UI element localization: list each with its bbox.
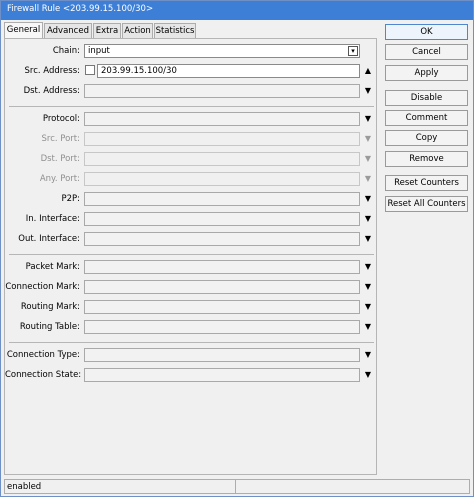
any-port-dropdown-icon: ▼ (364, 174, 372, 183)
connection-type-label: Connection Type: (6, 350, 80, 360)
tab-action[interactable]: Action (122, 23, 153, 38)
dst-port-label: Dst. Port: (40, 154, 80, 164)
apply-button[interactable]: Apply (385, 65, 468, 81)
comment-button[interactable]: Comment (385, 110, 468, 126)
packet-mark-dropdown-icon[interactable]: ▼ (363, 262, 373, 272)
in-interface-dropdown-icon[interactable]: ▼ (363, 214, 373, 224)
packet-mark-row: Packet Mark: ▼ (5, 260, 376, 275)
connection-state-dropdown-icon[interactable]: ▼ (363, 370, 373, 380)
packet-mark-field[interactable] (84, 260, 360, 274)
protocol-field[interactable] (84, 112, 360, 126)
src-address-value: 203.99.15.100/30 (101, 66, 177, 76)
connection-mark-field[interactable] (84, 280, 360, 294)
connection-mark-row: Connection Mark: ▼ (5, 280, 376, 295)
dst-address-label: Dst. Address: (23, 86, 80, 96)
any-port-row: Any. Port: ▼ (5, 172, 376, 187)
src-port-row: Src. Port: ▼ (5, 132, 376, 147)
window-title: Firewall Rule <203.99.15.100/30> (1, 1, 473, 20)
routing-mark-field[interactable] (84, 300, 360, 314)
routing-mark-row: Routing Mark: ▼ (5, 300, 376, 315)
chain-row: Chain: input ▾ (5, 44, 376, 59)
general-panel: Chain: input ▾ Src. Address: 203.99.15.1… (4, 38, 377, 475)
connection-state-row: Connection State: ▼ (5, 368, 376, 383)
dst-address-dropdown-icon[interactable]: ▼ (363, 86, 373, 96)
src-address-invert-checkbox[interactable] (85, 65, 95, 75)
status-divider (235, 480, 236, 493)
connection-mark-label: Connection Mark: (5, 282, 80, 292)
routing-mark-dropdown-icon[interactable]: ▼ (363, 302, 373, 312)
dst-address-field[interactable] (84, 84, 360, 98)
protocol-row: Protocol: ▼ (5, 112, 376, 127)
connection-type-row: Connection Type: ▼ (5, 348, 376, 363)
reset-all-counters-button[interactable]: Reset All Counters (385, 196, 468, 212)
src-port-label: Src. Port: (41, 134, 81, 144)
status-state: enabled (7, 482, 42, 492)
protocol-dropdown-icon[interactable]: ▼ (363, 114, 373, 124)
connection-state-label: Connection State: (5, 370, 82, 380)
disable-button[interactable]: Disable (385, 90, 468, 106)
connection-type-dropdown-icon[interactable]: ▼ (363, 350, 373, 360)
copy-button[interactable]: Copy (385, 130, 468, 146)
out-interface-row: Out. Interface: ▼ (5, 232, 376, 247)
tab-advanced[interactable]: Advanced (44, 23, 92, 38)
connection-mark-dropdown-icon[interactable]: ▼ (363, 282, 373, 292)
routing-table-row: Routing Table: ▼ (5, 320, 376, 335)
src-address-collapse-icon[interactable]: ▲ (363, 66, 373, 76)
tab-general[interactable]: General (4, 22, 43, 39)
routing-mark-label: Routing Mark: (20, 302, 80, 312)
routing-table-dropdown-icon[interactable]: ▼ (363, 322, 373, 332)
src-address-input[interactable]: 203.99.15.100/30 (97, 64, 360, 78)
in-interface-row: In. Interface: ▼ (5, 212, 376, 227)
dst-port-field (84, 152, 360, 166)
in-interface-label: In. Interface: (25, 214, 80, 224)
p2p-field[interactable] (84, 192, 360, 206)
ok-button[interactable]: OK (385, 24, 468, 40)
dst-address-row: Dst. Address: ▼ (5, 84, 376, 99)
connection-type-field[interactable] (84, 348, 360, 362)
dst-port-row: Dst. Port: ▼ (5, 152, 376, 167)
routing-table-label: Routing Table: (19, 322, 80, 332)
tab-extra[interactable]: Extra (93, 23, 121, 38)
chain-select[interactable]: input ▾ (84, 44, 360, 58)
src-address-row: Src. Address: 203.99.15.100/30 ▲ (5, 64, 376, 79)
status-bar: enabled (4, 479, 470, 494)
chain-select-arrow-icon[interactable]: ▾ (348, 46, 358, 56)
separator (9, 106, 374, 107)
cancel-button[interactable]: Cancel (385, 44, 468, 60)
src-port-dropdown-icon: ▼ (364, 134, 372, 143)
separator (9, 254, 374, 255)
src-address-field: 203.99.15.100/30 (84, 64, 360, 78)
p2p-row: P2P: ▼ (5, 192, 376, 207)
dst-port-dropdown-icon: ▼ (364, 154, 372, 163)
out-interface-dropdown-icon[interactable]: ▼ (363, 234, 373, 244)
src-address-label: Src. Address: (24, 66, 81, 76)
firewall-rule-window: Firewall Rule <203.99.15.100/30> General… (0, 0, 474, 497)
any-port-field (84, 172, 360, 186)
reset-counters-button[interactable]: Reset Counters (385, 175, 468, 191)
routing-table-field[interactable] (84, 320, 360, 334)
connection-state-field[interactable] (84, 368, 360, 382)
in-interface-field[interactable] (84, 212, 360, 226)
remove-button[interactable]: Remove (385, 151, 468, 167)
p2p-dropdown-icon[interactable]: ▼ (363, 194, 373, 204)
tab-statistics[interactable]: Statistics (154, 23, 196, 38)
src-port-field (84, 132, 360, 146)
packet-mark-label: Packet Mark: (25, 262, 80, 272)
out-interface-field[interactable] (84, 232, 360, 246)
p2p-label: P2P: (61, 194, 80, 204)
chain-label: Chain: (52, 46, 80, 56)
any-port-label: Any. Port: (39, 174, 80, 184)
chain-value: input (88, 46, 110, 56)
separator (9, 342, 374, 343)
out-interface-label: Out. Interface: (18, 234, 80, 244)
protocol-label: Protocol: (42, 114, 80, 124)
